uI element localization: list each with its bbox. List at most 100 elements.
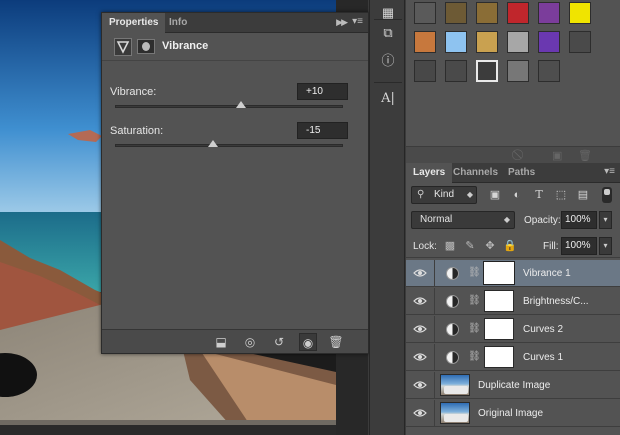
filter-toggle[interactable] [602,187,612,203]
vibrance-slider-track[interactable] [115,101,343,108]
layer-row-brightness-contrast[interactable]: ⛓ Brightness/C... [406,288,620,315]
kind-filter-select[interactable]: ⚲ Kind ◆ [411,186,477,204]
layer-row-original-image[interactable]: Original Image [406,400,620,427]
adjustment-layer-icon [446,267,459,280]
new-style-icon[interactable]: ▣ [552,149,562,162]
clip-to-layer-icon[interactable]: ⬓ [212,333,230,351]
fill-label: Fill: [543,241,559,252]
saturation-value-input[interactable]: -15 [297,122,348,139]
lock-row: Lock: ▩ ✎ ✥ 🔒 Fill: 100% ▾ [406,234,620,258]
vibrance-slider-thumb[interactable] [236,101,246,108]
type-layer-filter-icon[interactable]: T [532,188,546,202]
style-swatch[interactable] [476,31,498,53]
fill-input[interactable]: 100% [561,237,597,255]
pixel-layer-filter-icon[interactable]: ▣ [488,188,502,202]
style-swatch[interactable] [414,60,436,82]
panel-menu-icon[interactable]: ▾≡ [604,166,615,177]
layer-name: Curves 1 [523,352,564,363]
fill-dropdown-icon[interactable]: ▾ [599,237,612,255]
link-icon: ⛓ [468,323,481,334]
layer-row-curves-2[interactable]: ⛓ Curves 2 [406,316,620,343]
layer-mask-thumbnail[interactable] [484,318,514,340]
style-swatch[interactable] [507,31,529,53]
trash-icon[interactable]: 🗑 [327,333,345,351]
saturation-slider-thumb[interactable] [208,140,218,147]
style-swatch[interactable] [414,2,436,24]
lock-image-pixels-icon[interactable]: ✎ [463,239,477,253]
style-swatch[interactable] [538,60,560,82]
eye-icon[interactable] [413,324,427,334]
adjustment-layer-icon [446,295,459,308]
opacity-input[interactable]: 100% [561,211,597,229]
shape-layer-filter-icon[interactable]: ⬚ [554,188,568,202]
view-previous-state-icon[interactable]: ◎ [241,333,259,351]
style-swatch[interactable] [476,2,498,24]
lock-all-icon[interactable]: 🔒 [503,239,517,253]
kind-filter-value: Kind [434,189,455,200]
layer-mask-icon[interactable] [137,39,155,54]
style-swatch[interactable] [414,31,436,53]
adjustment-layer-icon [446,323,459,336]
eye-icon[interactable] [413,296,427,306]
style-swatch[interactable] [538,2,560,24]
lock-transparent-pixels-icon[interactable]: ▩ [443,239,457,253]
style-swatch[interactable] [538,31,560,53]
layer-name: Brightness/C... [523,296,589,307]
layer-row-vibrance-1[interactable]: ⛓ Vibrance 1 [406,260,620,287]
tab-info[interactable]: Info [162,13,194,33]
layers-panel: Layers Channels Paths ▾≡ ⚲ Kind ◆ ▣ ◐ T … [406,163,620,435]
layer-thumbnail[interactable] [440,402,470,424]
3d-cube-icon[interactable]: ⧉ [376,22,400,44]
saturation-slider-track[interactable] [115,140,343,147]
photoshop-workspace: Properties Info ▶▶ ▾≡ Vibrance Vibrance:… [0,0,620,435]
style-swatch[interactable] [445,60,467,82]
layer-row-duplicate-image[interactable]: Duplicate Image [406,372,620,399]
canvas-scroll-area [0,425,336,435]
style-swatch[interactable] [476,60,498,82]
layer-row-curves-1[interactable]: ⛓ Curves 1 [406,344,620,371]
collapsed-panel-column: ▦ ⧉ ⓘ A| [369,0,405,435]
tab-paths[interactable]: Paths [501,163,542,183]
swatches-icon[interactable]: ▦ [376,2,400,24]
style-swatch[interactable] [507,60,529,82]
reset-adjustments-icon[interactable]: ↺ [270,333,288,351]
style-swatch[interactable] [445,2,467,24]
delete-style-icon[interactable]: 🗑 [578,149,592,162]
layer-name: Curves 2 [523,324,564,335]
opacity-dropdown-icon[interactable]: ▾ [599,211,612,229]
eye-icon[interactable] [413,268,427,278]
collapse-panel-icon[interactable]: ▶▶ [336,17,348,28]
eye-icon[interactable] [413,380,427,390]
character-icon[interactable]: A| [376,88,400,110]
properties-footer: ⬓ ◎ ↺ ◉ 🗑 [102,329,368,353]
info-icon[interactable]: ⓘ [376,50,400,72]
style-swatch[interactable] [507,2,529,24]
layer-name: Original Image [478,408,544,419]
layer-mask-thumbnail[interactable] [483,261,515,285]
properties-panel: Properties Info ▶▶ ▾≡ Vibrance Vibrance:… [101,12,369,354]
layer-mask-thumbnail[interactable] [484,346,514,368]
eye-icon[interactable] [413,408,427,418]
blend-row: Normal ◆ Opacity: 100% ▾ [406,208,620,232]
smart-object-filter-icon[interactable]: ▤ [576,188,590,202]
layer-name: Duplicate Image [478,380,551,391]
adjustment-layer-icon [446,351,459,364]
panel-menu-icon[interactable]: ▾≡ [352,16,363,27]
style-swatch[interactable] [569,31,591,53]
style-swatch[interactable] [445,31,467,53]
link-icon: ⛓ [468,351,481,362]
tab-properties[interactable]: Properties [102,13,166,34]
layer-thumbnail[interactable] [440,374,470,396]
style-swatch[interactable] [569,2,591,24]
blend-mode-select[interactable]: Normal ◆ [411,211,515,229]
vibrance-label: Vibrance: [110,86,157,98]
lock-position-icon[interactable]: ✥ [483,239,497,253]
styles-panel: ⃠ ▣ 🗑 [406,0,620,163]
toggle-visibility-icon[interactable]: ◉ [299,333,317,351]
vibrance-value-input[interactable]: +10 [297,83,348,100]
adjustment-layer-filter-icon[interactable]: ◐ [510,188,524,202]
tab-channels[interactable]: Channels [446,163,505,183]
blend-mode-value: Normal [420,214,453,225]
eye-icon[interactable] [413,352,427,362]
layer-mask-thumbnail[interactable] [484,290,514,312]
